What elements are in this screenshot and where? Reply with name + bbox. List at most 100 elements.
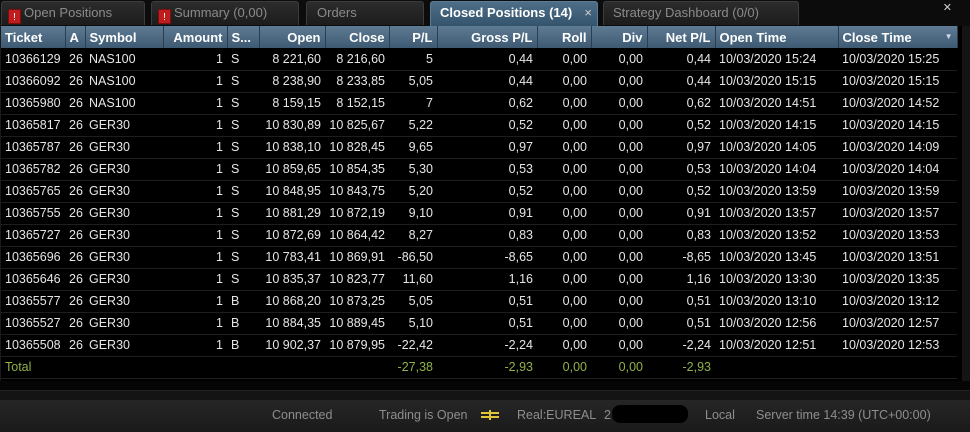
col-side[interactable]: S... — [227, 26, 260, 48]
cell-div: 0,00 — [591, 48, 647, 71]
col-ticket[interactable]: Ticket — [1, 26, 66, 48]
cell-pl: 9,10 — [389, 202, 437, 225]
cell-side: S — [227, 136, 259, 159]
cell-roll: 0,00 — [537, 70, 591, 93]
cell-net-pl: 0,44 — [647, 48, 715, 71]
cell-net-pl: 0,62 — [647, 92, 715, 115]
col-symbol[interactable]: Symbol — [85, 26, 164, 48]
cell-close-time — [838, 356, 957, 379]
col-account[interactable]: A — [65, 26, 86, 48]
col-open[interactable]: Open — [259, 26, 326, 48]
tab-closed-positions[interactable]: Closed Positions (14) × — [430, 1, 598, 26]
cell-close-time: 10/03/2020 13:12 — [838, 290, 957, 313]
table-row[interactable]: 10365980 26 NAS100 1 S 8 159,15 8 152,15 7 0,62 0… — [1, 92, 957, 115]
col-pl[interactable]: P/L — [389, 26, 438, 48]
cell-account: 26 — [65, 224, 85, 247]
cell-symbol: GER30 — [85, 180, 163, 203]
table-row[interactable]: 10365646 26 GER30 1 S 10 835,37 10 823,77 11,60… — [1, 268, 957, 291]
cell-close: 10 843,75 — [325, 180, 389, 203]
cell-div: 0,00 — [591, 312, 647, 335]
cell-net-pl: -8,65 — [647, 246, 715, 269]
cell-side: S — [227, 114, 259, 137]
cell-gross-pl: 0,83 — [437, 224, 537, 247]
col-gross-pl[interactable]: Gross P/L — [437, 26, 538, 48]
cell-amount: 1 — [163, 70, 227, 93]
total-row[interactable]: Total -27,38 -2,93 0,00 0,00 -2,93 — [1, 356, 957, 379]
cell-ticket: 10365755 — [1, 202, 65, 225]
cell-open: 8 221,60 — [259, 48, 325, 71]
cell-roll: 0,00 — [537, 290, 591, 313]
cell-account: 26 — [65, 312, 85, 335]
cell-pl: -27,38 — [389, 356, 437, 379]
col-close[interactable]: Close — [325, 26, 390, 48]
cell-amount: 1 — [163, 180, 227, 203]
cell-pl: 5,22 — [389, 114, 437, 137]
table-row[interactable]: 10366092 26 NAS100 1 S 8 238,90 8 233,85 5,05 0,… — [1, 70, 957, 93]
window-close-icon[interactable]: ✕ — [943, 1, 952, 14]
tab-strategy-dashboard[interactable]: Strategy Dashboard (0/0) — [603, 1, 799, 25]
cell-symbol: NAS100 — [85, 92, 163, 115]
cell-amount: 1 — [163, 202, 227, 225]
cell-ticket: 10365817 — [1, 114, 65, 137]
cell-account: 26 — [65, 70, 85, 93]
cell-open-time: 10/03/2020 13:45 — [715, 246, 838, 269]
table-row[interactable]: 10365782 26 GER30 1 S 10 859,65 10 854,35 5,30 0… — [1, 158, 957, 181]
cell-side: B — [227, 290, 259, 313]
tab-orders[interactable]: Orders — [306, 1, 424, 25]
cell-side: S — [227, 92, 259, 115]
cell-div: 0,00 — [591, 290, 647, 313]
cell-close-time: 10/03/2020 14:52 — [838, 92, 957, 115]
cell-gross-pl: -8,65 — [437, 246, 537, 269]
table-row[interactable]: 10365727 26 GER30 1 S 10 872,69 10 864,42 8,27 0… — [1, 224, 957, 247]
col-div[interactable]: Div — [591, 26, 648, 48]
col-close-time-label: Close Time — [842, 29, 912, 45]
table-row[interactable]: 10365765 26 GER30 1 S 10 848,95 10 843,75 5,20 0… — [1, 180, 957, 203]
col-roll[interactable]: Roll — [537, 26, 592, 48]
table-row[interactable]: 10365755 26 GER30 1 S 10 881,29 10 872,19 9,10 0… — [1, 202, 957, 225]
cell-close: 10 825,67 — [325, 114, 389, 137]
table-row[interactable]: 10365787 26 GER30 1 S 10 838,10 10 828,45 9,65 0… — [1, 136, 957, 159]
table-row[interactable]: 10365508 26 GER30 1 B 10 902,37 10 879,95 -22,4… — [1, 334, 957, 357]
tab-label: Strategy Dashboard (0/0) — [613, 5, 759, 20]
cell-amount: 1 — [163, 268, 227, 291]
table-row[interactable]: 10365527 26 GER30 1 B 10 884,35 10 889,45 5,10 0… — [1, 312, 957, 335]
cell-div: 0,00 — [591, 268, 647, 291]
cell-net-pl: -2,93 — [647, 356, 715, 379]
col-amount[interactable]: Amount — [163, 26, 228, 48]
cell-div: 0,00 — [591, 334, 647, 357]
timezone-mode[interactable]: Local — [705, 408, 735, 422]
cell-account: 26 — [65, 202, 85, 225]
tab-summary[interactable]: ! Summary (0,00) — [151, 1, 299, 25]
cell-open-time: 10/03/2020 13:10 — [715, 290, 838, 313]
col-open-time[interactable]: Open Time — [715, 26, 839, 48]
cell-symbol: NAS100 — [85, 70, 163, 93]
tab-open-positions[interactable]: ! Open Positions — [1, 1, 145, 25]
cell-open-time: 10/03/2020 13:59 — [715, 180, 838, 203]
col-net-pl[interactable]: Net P/L — [647, 26, 716, 48]
close-icon[interactable]: × — [584, 2, 592, 24]
table-row[interactable]: 10366129 26 NAS100 1 S 8 221,60 8 216,60 5 0,44 0… — [1, 48, 957, 71]
cell-side: B — [227, 334, 259, 357]
cell-side: S — [227, 158, 259, 181]
cell-amount — [163, 356, 227, 379]
cell-pl: 11,60 — [389, 268, 437, 291]
table-row[interactable]: 10365577 26 GER30 1 B 10 868,20 10 873,25 5,05 0… — [1, 290, 957, 313]
cell-roll: 0,00 — [537, 180, 591, 203]
cell-open: 10 872,69 — [259, 224, 325, 247]
cell-symbol: GER30 — [85, 158, 163, 181]
table-row[interactable]: 10365817 26 GER30 1 S 10 830,89 10 825,67 5,22 0… — [1, 114, 957, 137]
cell-gross-pl: -2,93 — [437, 356, 537, 379]
cell-roll: 0,00 — [537, 246, 591, 269]
cell-net-pl: 1,16 — [647, 268, 715, 291]
cell-close-time: 10/03/2020 15:25 — [838, 48, 957, 71]
cell-account: 26 — [65, 114, 85, 137]
cell-ticket: 10365646 — [1, 268, 65, 291]
cell-open: 10 838,10 — [259, 136, 325, 159]
cell-ticket: 10365577 — [1, 290, 65, 313]
cell-symbol — [85, 356, 163, 379]
vertical-scrollbar[interactable] — [962, 26, 970, 381]
horizontal-scrollbar[interactable] — [0, 390, 970, 400]
cell-close: 8 216,60 — [325, 48, 389, 71]
col-close-time[interactable]: Close Time ▼ — [838, 26, 958, 48]
table-row[interactable]: 10365696 26 GER30 1 S 10 783,41 10 869,91 -86,5… — [1, 246, 957, 269]
